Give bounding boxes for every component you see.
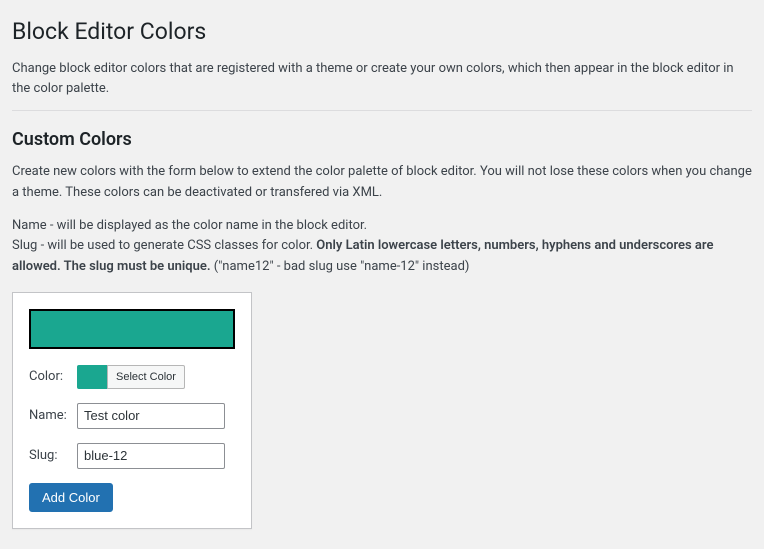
add-color-card: Color: Select Color Name: Slug: Add Colo… [12, 292, 252, 529]
color-preview-swatch [29, 309, 235, 349]
palette-icon [77, 365, 107, 389]
slug-label: Slug: [29, 448, 77, 463]
name-input[interactable] [77, 403, 225, 429]
page-title: Block Editor Colors [12, 18, 752, 45]
custom-colors-help: Name - will be displayed as the color na… [12, 216, 752, 278]
select-color-button[interactable]: Select Color [107, 365, 185, 389]
color-picker[interactable]: Select Color [77, 365, 185, 389]
help-name-line: Name - will be displayed as the color na… [12, 218, 367, 233]
divider [12, 110, 752, 111]
color-label: Color: [29, 369, 77, 384]
help-slug-prefix: Slug - will be used to generate CSS clas… [12, 238, 316, 253]
name-label: Name: [29, 408, 77, 423]
add-color-button[interactable]: Add Color [29, 483, 113, 512]
help-slug-suffix: ("name12" - bad slug use "name-12" inste… [211, 259, 470, 274]
custom-colors-heading: Custom Colors [12, 129, 752, 150]
name-field-row: Name: [29, 403, 235, 429]
page-intro: Change block editor colors that are regi… [12, 59, 752, 98]
color-field-row: Color: Select Color [29, 365, 235, 389]
slug-input[interactable] [77, 443, 225, 469]
slug-field-row: Slug: [29, 443, 235, 469]
custom-colors-desc: Create new colors with the form below to… [12, 162, 752, 204]
